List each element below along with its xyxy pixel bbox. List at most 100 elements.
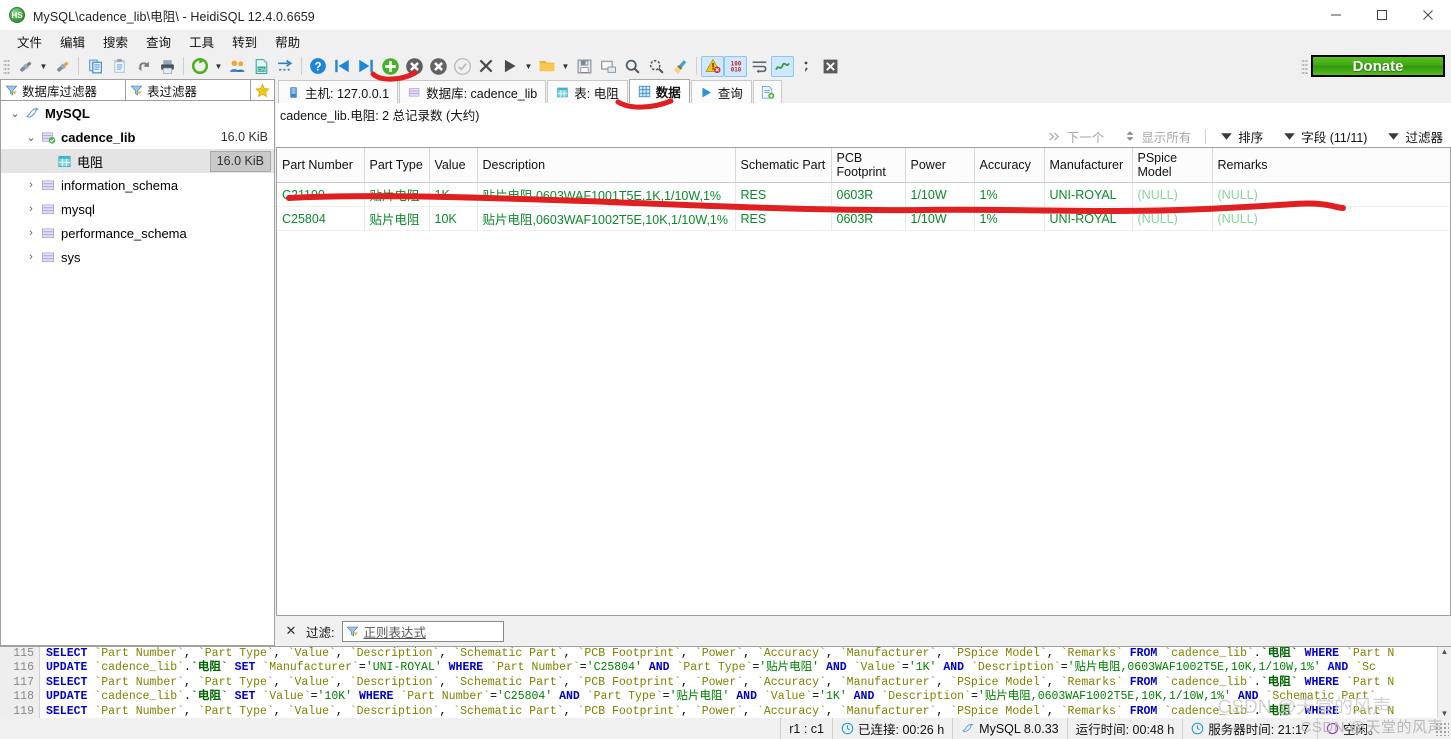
menu-tools[interactable]: 工具: [180, 30, 223, 53]
previous-icon[interactable]: [330, 54, 354, 78]
cell-remarks[interactable]: (NULL): [1212, 183, 1451, 207]
open-folder-icon[interactable]: [535, 54, 559, 78]
menu-help[interactable]: 帮助: [266, 30, 309, 53]
connect-icon[interactable]: [13, 54, 37, 78]
chevron-down-icon[interactable]: ⌄: [23, 131, 39, 144]
column-header-manufacturer[interactable]: Manufacturer: [1044, 148, 1132, 183]
word-wrap-icon[interactable]: [747, 54, 771, 78]
column-header-schematic-part[interactable]: Schematic Part: [735, 148, 831, 183]
filter-button[interactable]: 过滤器: [1377, 127, 1445, 146]
delete-row-icon[interactable]: [402, 54, 426, 78]
confirm-icon[interactable]: [450, 54, 474, 78]
column-header-pcb-footprint[interactable]: PCB Footprint: [831, 148, 905, 183]
column-header-part-number[interactable]: Part Number: [277, 148, 364, 183]
open-dropdown-icon[interactable]: ▼: [559, 54, 572, 78]
chevron-down-icon[interactable]: ⌄: [7, 107, 23, 120]
filter-regex-input[interactable]: 正则表达式: [342, 621, 504, 642]
format-sql-icon[interactable]: [771, 56, 794, 77]
clear-icon[interactable]: [668, 54, 692, 78]
column-header-accuracy[interactable]: Accuracy: [974, 148, 1044, 183]
cell-power[interactable]: 1/10W: [905, 183, 974, 207]
chevron-right-icon[interactable]: ›: [23, 179, 39, 191]
cell-description[interactable]: 贴片电阻,0603WAF1002T5E,10K,1/10W,1%: [477, 207, 735, 231]
menu-edit[interactable]: 编辑: [51, 30, 94, 53]
cell-description[interactable]: 贴片电阻,0603WAF1001T5E,1K,1/10W,1%: [477, 183, 735, 207]
tree-item-sys[interactable]: › sys: [1, 245, 274, 269]
find-replace-icon[interactable]: [644, 54, 668, 78]
cell-accuracy[interactable]: 1%: [974, 207, 1044, 231]
database-tree[interactable]: ⌄ MySQL ⌄ cadence_lib 16.0 KiB: [0, 101, 275, 646]
donate-toolbar-grip[interactable]: [1301, 58, 1308, 74]
undo-icon[interactable]: [131, 54, 155, 78]
toolbar-grip[interactable]: [3, 58, 10, 74]
find-icon[interactable]: [620, 54, 644, 78]
column-header-description[interactable]: Description: [477, 148, 735, 183]
help-icon[interactable]: ?: [306, 54, 330, 78]
menu-query[interactable]: 查询: [137, 30, 180, 53]
cell-manufacturer[interactable]: UNI-ROYAL: [1044, 207, 1132, 231]
close-filter-icon[interactable]: ✕: [284, 623, 298, 639]
favorites-button[interactable]: [251, 79, 275, 101]
binary-data-icon[interactable]: 100010: [724, 56, 747, 77]
cell-value[interactable]: 1K: [429, 183, 477, 207]
cell-power[interactable]: 1/10W: [905, 207, 974, 231]
cell-part-number[interactable]: C21190: [277, 183, 364, 207]
columns-button[interactable]: 字段 (11/11): [1273, 127, 1377, 146]
sort-button[interactable]: 排序: [1210, 127, 1273, 146]
disconnect-icon[interactable]: [50, 54, 74, 78]
cell-part-type[interactable]: 贴片电阻: [364, 183, 429, 207]
import-icon[interactable]: [273, 54, 297, 78]
next-icon[interactable]: [354, 54, 378, 78]
minimize-button[interactable]: [1313, 0, 1359, 30]
close-tab-icon[interactable]: [474, 54, 498, 78]
connect-dropdown-icon[interactable]: ▼: [37, 54, 50, 78]
cell-remarks[interactable]: (NULL): [1212, 207, 1451, 231]
save-icon[interactable]: [572, 54, 596, 78]
cell-manufacturer[interactable]: UNI-ROYAL: [1044, 183, 1132, 207]
next-results-button[interactable]: 下一个: [1037, 127, 1115, 146]
cell-accuracy[interactable]: 1%: [974, 183, 1044, 207]
tab-host[interactable]: 主机: 127.0.0.1: [278, 80, 398, 103]
table-row[interactable]: C25804 贴片电阻 10K 贴片电阻,0603WAF1002T5E,10K,…: [277, 207, 1451, 231]
column-header-part-type[interactable]: Part Type: [364, 148, 429, 183]
sql-log-scrollbar[interactable]: ▲ ▼: [1437, 647, 1451, 718]
cell-pspice-model[interactable]: (NULL): [1132, 183, 1212, 207]
tree-item-mysql-db[interactable]: › mysql: [1, 197, 274, 221]
table-filter-input[interactable]: 表过滤器: [126, 79, 251, 101]
chevron-right-icon[interactable]: ›: [23, 227, 39, 239]
cell-part-type[interactable]: 贴片电阻: [364, 207, 429, 231]
column-header-pspice-model[interactable]: PSpice Model: [1132, 148, 1212, 183]
donate-button[interactable]: Donate: [1311, 55, 1445, 77]
copy-icon[interactable]: [83, 54, 107, 78]
refresh-dropdown-icon[interactable]: ▼: [212, 54, 225, 78]
tab-table[interactable]: 表: 电阻: [547, 80, 627, 103]
column-header-value[interactable]: Value: [429, 148, 477, 183]
delimiter-icon[interactable]: [794, 54, 818, 78]
menu-goto[interactable]: 转到: [223, 30, 266, 53]
save-as-icon[interactable]: [596, 54, 620, 78]
cell-pcb-footprint[interactable]: 0603R: [831, 207, 905, 231]
tree-item-mysql[interactable]: ⌄ MySQL: [1, 101, 274, 125]
chevron-right-icon[interactable]: ›: [23, 251, 39, 263]
add-row-icon[interactable]: [378, 54, 402, 78]
menu-search[interactable]: 搜索: [94, 30, 137, 53]
tab-new-query[interactable]: [753, 80, 782, 103]
column-header-remarks[interactable]: Remarks: [1212, 148, 1451, 183]
tree-item-performance-schema[interactable]: › performance_schema: [1, 221, 274, 245]
execute-icon[interactable]: [498, 54, 522, 78]
warning-icon[interactable]: [701, 56, 724, 77]
cell-part-number[interactable]: C25804: [277, 207, 364, 231]
table-row[interactable]: C21190 贴片电阻 1K 贴片电阻,0603WAF1001T5E,1K,1/…: [277, 183, 1451, 207]
refresh-icon[interactable]: [188, 54, 212, 78]
close-button[interactable]: [1405, 0, 1451, 30]
print-icon[interactable]: [155, 54, 179, 78]
tree-item-cadence-lib[interactable]: ⌄ cadence_lib 16.0 KiB: [1, 125, 274, 149]
data-grid[interactable]: Part Number Part Type Value Description …: [276, 147, 1451, 616]
show-all-button[interactable]: 显示所有: [1114, 127, 1201, 146]
menu-file[interactable]: 文件: [8, 30, 51, 53]
chevron-right-icon[interactable]: ›: [23, 203, 39, 215]
column-header-power[interactable]: Power: [905, 148, 974, 183]
maximize-button[interactable]: [1359, 0, 1405, 30]
cancel-edit-icon[interactable]: [426, 54, 450, 78]
tree-item-dianzu[interactable]: 电阻 16.0 KiB: [1, 149, 274, 173]
